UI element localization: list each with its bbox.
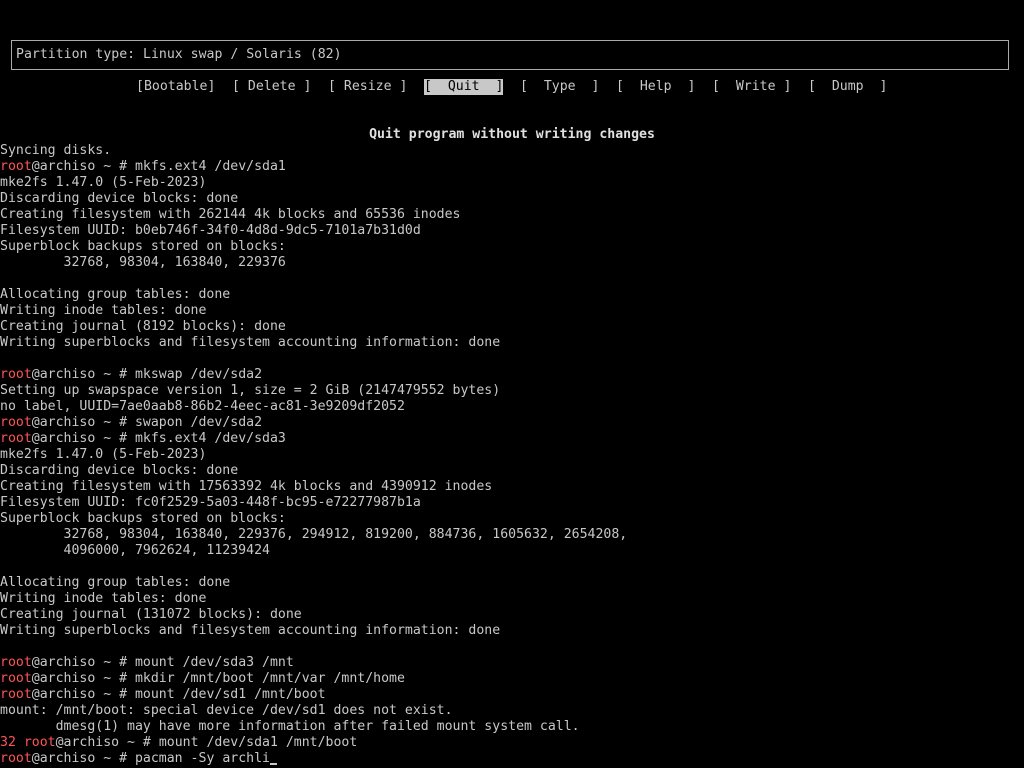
menu-dump-button[interactable]: [ Dump ]: [808, 79, 887, 95]
command-text: swapon /dev/sda2: [134, 415, 263, 430]
command-text: pacman -Sy archli: [134, 751, 270, 766]
terminal-output-line: Writing inode tables: done: [0, 303, 207, 318]
terminal-output-line: Superblock backups stored on blocks:: [0, 511, 286, 526]
command-text: mount /dev/sda1 /mnt/boot: [158, 735, 358, 750]
menu-write-button[interactable]: [ Write ]: [712, 79, 791, 95]
terminal-output-line: Writing superblocks and filesystem accou…: [0, 623, 501, 638]
command-text: mkfs.ext4 /dev/sda1: [134, 159, 286, 174]
partition-info-box: Partition type: Linux swap / Solaris (82…: [11, 40, 1009, 70]
prompt-user: root: [0, 415, 32, 430]
menu-help-button[interactable]: [ Help ]: [616, 79, 695, 95]
terminal-output-line: Creating journal (131072 blocks): done: [0, 607, 302, 622]
command-text: mkfs.ext4 /dev/sda3: [134, 431, 286, 446]
prompt-host-path: @archiso ~ #: [31, 671, 135, 686]
terminal-output-line: Allocating group tables: done: [0, 575, 231, 590]
menu-delete-button[interactable]: [ Delete ]: [232, 79, 311, 95]
terminal-output-line: Discarding device blocks: done: [0, 191, 239, 206]
prompt-user: root: [0, 159, 32, 174]
prompt-host-path: @archiso ~ #: [31, 431, 135, 446]
prompt-user: root: [0, 751, 32, 766]
terminal-command-line: root@archiso ~ # mkdir /mnt/boot /mnt/va…: [0, 671, 1024, 687]
cfdisk-menu-bar: [Bootable] [ Delete ] [ Resize ] [ Quit …: [0, 79, 1024, 95]
terminal-command-line: root@archiso ~ # mkfs.ext4 /dev/sda1: [0, 159, 1024, 175]
prompt-user: root: [23, 735, 56, 750]
terminal-output-line: Allocating group tables: done: [0, 287, 231, 302]
terminal-output-line: no label, UUID=7ae0aab8-86b2-4eec-ac81-3…: [0, 399, 405, 414]
terminal-command-line: root@archiso ~ # pacman -Sy archli: [0, 751, 1024, 767]
terminal-command-line: root@archiso ~ # mount /dev/sda3 /mnt: [0, 655, 1024, 671]
terminal-command-line: root@archiso ~ # mkfs.ext4 /dev/sda3: [0, 431, 1024, 447]
menu-quit-button[interactable]: [ Quit ]: [424, 79, 504, 95]
terminal-output-line: Discarding device blocks: done: [0, 463, 239, 478]
prompt-user: root: [0, 671, 32, 686]
prompt-host-path: @archiso ~ #: [31, 367, 135, 382]
command-text: mount /dev/sda3 /mnt: [134, 655, 294, 670]
prompt-host-path: @archiso ~ #: [31, 655, 135, 670]
prompt-host-path: @archiso ~ #: [55, 735, 159, 750]
prompt-user: root: [0, 431, 32, 446]
prompt-host-path: @archiso ~ #: [31, 159, 135, 174]
terminal-output-line: Superblock backups stored on blocks:: [0, 239, 286, 254]
menu-type-button[interactable]: [ Type ]: [520, 79, 599, 95]
terminal-output-line: Creating filesystem with 17563392 4k blo…: [0, 479, 493, 494]
exit-status-code: 32: [0, 735, 24, 750]
terminal-output-line: 32768, 98304, 163840, 229376, 294912, 81…: [0, 527, 628, 542]
terminal-output-line: Writing inode tables: done: [0, 591, 207, 606]
terminal-output-line: Syncing disks.: [0, 143, 112, 158]
command-text: mkswap /dev/sda2: [134, 367, 263, 382]
terminal-output-line: Creating journal (8192 blocks): done: [0, 319, 286, 334]
menu-resize-button[interactable]: [ Resize ]: [328, 79, 407, 95]
prompt-host-path: @archiso ~ #: [31, 415, 135, 430]
terminal-command-line: root@archiso ~ # swapon /dev/sda2: [0, 415, 1024, 431]
terminal-output-line: Filesystem UUID: b0eb746f-34f0-4d8d-9dc5…: [0, 223, 421, 238]
terminal-command-line: 32 root@archiso ~ # mount /dev/sda1 /mnt…: [0, 735, 1024, 751]
partition-type-text: Partition type: Linux swap / Solaris (82…: [16, 47, 342, 62]
terminal-command-line: root@archiso ~ # mount /dev/sd1 /mnt/boo…: [0, 687, 1024, 703]
terminal-output-line: Creating filesystem with 262144 4k block…: [0, 207, 461, 222]
text-cursor: [269, 763, 277, 765]
terminal-output-line: Filesystem UUID: fc0f2529-5a03-448f-bc95…: [0, 495, 421, 510]
terminal-output-line: 4096000, 7962624, 11239424: [0, 543, 270, 558]
terminal-output-line: mke2fs 1.47.0 (5-Feb-2023): [0, 447, 207, 462]
terminal-command-line: root@archiso ~ # mkswap /dev/sda2: [0, 367, 1024, 383]
terminal-output-line: Setting up swapspace version 1, size = 2…: [0, 383, 501, 398]
command-text: mkdir /mnt/boot /mnt/var /mnt/home: [134, 671, 405, 686]
prompt-user: root: [0, 367, 32, 382]
terminal-output[interactable]: Syncing disks. root@archiso ~ # mkfs.ext4…: [0, 143, 1024, 767]
prompt-user: root: [0, 687, 32, 702]
menu-bootable-button[interactable]: [Bootable]: [136, 79, 215, 95]
command-text: mount /dev/sd1 /mnt/boot: [134, 687, 326, 702]
prompt-host-path: @archiso ~ #: [31, 751, 135, 766]
prompt-user: root: [0, 655, 32, 670]
terminal-output-line: 32768, 98304, 163840, 229376: [0, 255, 286, 270]
terminal-output-line: mount: /mnt/boot: special device /dev/sd…: [0, 703, 453, 718]
prompt-host-path: @archiso ~ #: [31, 687, 135, 702]
terminal-output-line: Writing superblocks and filesystem accou…: [0, 335, 501, 350]
terminal-output-line: dmesg(1) may have more information after…: [0, 719, 580, 734]
terminal-output-line: mke2fs 1.47.0 (5-Feb-2023): [0, 175, 207, 190]
menu-hint-text: Quit program without writing changes: [369, 127, 655, 142]
